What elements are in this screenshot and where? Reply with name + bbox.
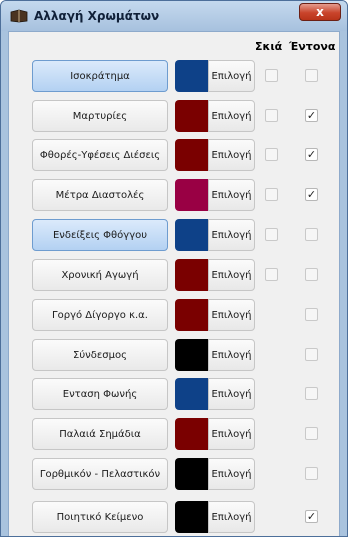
choose-color-button[interactable]: Επιλογή: [208, 179, 255, 211]
element-name-button[interactable]: Μέτρα Διαστολές: [32, 179, 168, 211]
bold-checkbox[interactable]: ✓: [305, 109, 318, 122]
choose-color-button[interactable]: Επιλογή: [208, 259, 255, 291]
color-row: Μέτρα Διαστολές Επιλογή ✓: [9, 179, 339, 213]
checkmark-icon: ✓: [306, 148, 317, 161]
bold-checkbox[interactable]: ✓: [305, 510, 318, 523]
shade-checkbox[interactable]: [265, 109, 278, 122]
bold-checkbox[interactable]: [305, 387, 318, 400]
color-swatch[interactable]: [175, 418, 209, 450]
color-row: Ποιητικό Κείμενο Επιλογή ✓: [9, 501, 339, 535]
shade-checkbox[interactable]: [265, 69, 278, 82]
bold-checkbox[interactable]: [305, 427, 318, 440]
choose-color-button[interactable]: Επιλογή: [208, 100, 255, 132]
dialog-body: Σκιά Έντονα Ισοκράτημα Επιλογή Μαρτυρίες Επ…: [8, 31, 340, 536]
choose-color-button[interactable]: Επιλογή: [208, 378, 255, 410]
choose-color-button[interactable]: Επιλογή: [208, 60, 255, 92]
close-icon: x: [316, 5, 324, 19]
bold-checkbox[interactable]: ✓: [305, 148, 318, 161]
color-row: Φθορές-Υφέσεις Διέσεις Επιλογή ✓: [9, 139, 339, 173]
title-bar[interactable]: Αλλαγή Χρωμάτων x: [1, 1, 347, 31]
color-swatch[interactable]: [175, 219, 209, 251]
color-row: Χρονική Αγωγή Επιλογή: [9, 259, 339, 293]
color-row: Ενδείξεις Φθόγγου Επιλογή: [9, 219, 339, 253]
color-row: Παλαιά Σημάδια Επιλογή: [9, 418, 339, 452]
bold-checkbox[interactable]: [305, 69, 318, 82]
bold-checkbox[interactable]: [305, 268, 318, 281]
checkmark-icon: ✓: [306, 510, 317, 523]
color-swatch[interactable]: [175, 378, 209, 410]
color-swatch[interactable]: [175, 339, 209, 371]
color-row: Γορθμικόν - Πελαστικόν Επιλογή: [9, 458, 339, 492]
color-row: Γοργό Δίγοργο κ.α. Επιλογή: [9, 299, 339, 333]
bold-checkbox[interactable]: ✓: [305, 188, 318, 201]
bold-column-header: Έντονα: [289, 40, 336, 53]
shade-checkbox[interactable]: [265, 188, 278, 201]
color-swatch[interactable]: [175, 458, 209, 490]
checkmark-icon: ✓: [306, 188, 317, 201]
color-change-dialog: Αλλαγή Χρωμάτων x Σκιά Έντονα Ισοκράτημα…: [0, 0, 348, 537]
color-row: Ενταση Φωνής Επιλογή: [9, 378, 339, 412]
choose-color-button[interactable]: Επιλογή: [208, 418, 255, 450]
bold-checkbox[interactable]: [305, 228, 318, 241]
choose-color-button[interactable]: Επιλογή: [208, 501, 255, 533]
color-swatch[interactable]: [175, 139, 209, 171]
bold-checkbox[interactable]: [305, 308, 318, 321]
checkmark-icon: ✓: [306, 109, 317, 122]
choose-color-button[interactable]: Επιλογή: [208, 339, 255, 371]
shade-column-header: Σκιά: [255, 40, 283, 53]
color-row: Μαρτυρίες Επιλογή ✓: [9, 100, 339, 134]
shade-checkbox[interactable]: [265, 228, 278, 241]
color-row: Σύνδεσμος Επιλογή: [9, 339, 339, 373]
element-name-button[interactable]: Γοργό Δίγοργο κ.α.: [32, 299, 168, 331]
choose-color-button[interactable]: Επιλογή: [208, 458, 255, 490]
color-row: Ισοκράτημα Επιλογή: [9, 60, 339, 94]
bold-checkbox[interactable]: [305, 348, 318, 361]
element-name-button[interactable]: Ισοκράτημα: [32, 60, 168, 92]
choose-color-button[interactable]: Επιλογή: [208, 139, 255, 171]
choose-color-button[interactable]: Επιλογή: [208, 219, 255, 251]
book-icon: [10, 9, 28, 23]
shade-checkbox[interactable]: [265, 148, 278, 161]
element-name-button[interactable]: Φθορές-Υφέσεις Διέσεις: [32, 139, 168, 171]
element-name-button[interactable]: Σύνδεσμος: [32, 339, 168, 371]
bold-checkbox[interactable]: [305, 467, 318, 480]
color-swatch[interactable]: [175, 259, 209, 291]
color-swatch[interactable]: [175, 179, 209, 211]
shade-checkbox[interactable]: [265, 268, 278, 281]
color-swatch[interactable]: [175, 60, 209, 92]
window-title: Αλλαγή Χρωμάτων: [34, 9, 160, 23]
element-name-button[interactable]: Γορθμικόν - Πελαστικόν: [32, 458, 168, 490]
close-button[interactable]: x: [299, 3, 341, 21]
element-name-button[interactable]: Ενταση Φωνής: [32, 378, 168, 410]
color-swatch[interactable]: [175, 501, 209, 533]
element-name-button[interactable]: Ποιητικό Κείμενο: [32, 501, 168, 533]
element-name-button[interactable]: Μαρτυρίες: [32, 100, 168, 132]
element-name-button[interactable]: Ενδείξεις Φθόγγου: [32, 219, 168, 251]
color-swatch[interactable]: [175, 299, 209, 331]
color-swatch[interactable]: [175, 100, 209, 132]
element-name-button[interactable]: Χρονική Αγωγή: [32, 259, 168, 291]
choose-color-button[interactable]: Επιλογή: [208, 299, 255, 331]
element-name-button[interactable]: Παλαιά Σημάδια: [32, 418, 168, 450]
